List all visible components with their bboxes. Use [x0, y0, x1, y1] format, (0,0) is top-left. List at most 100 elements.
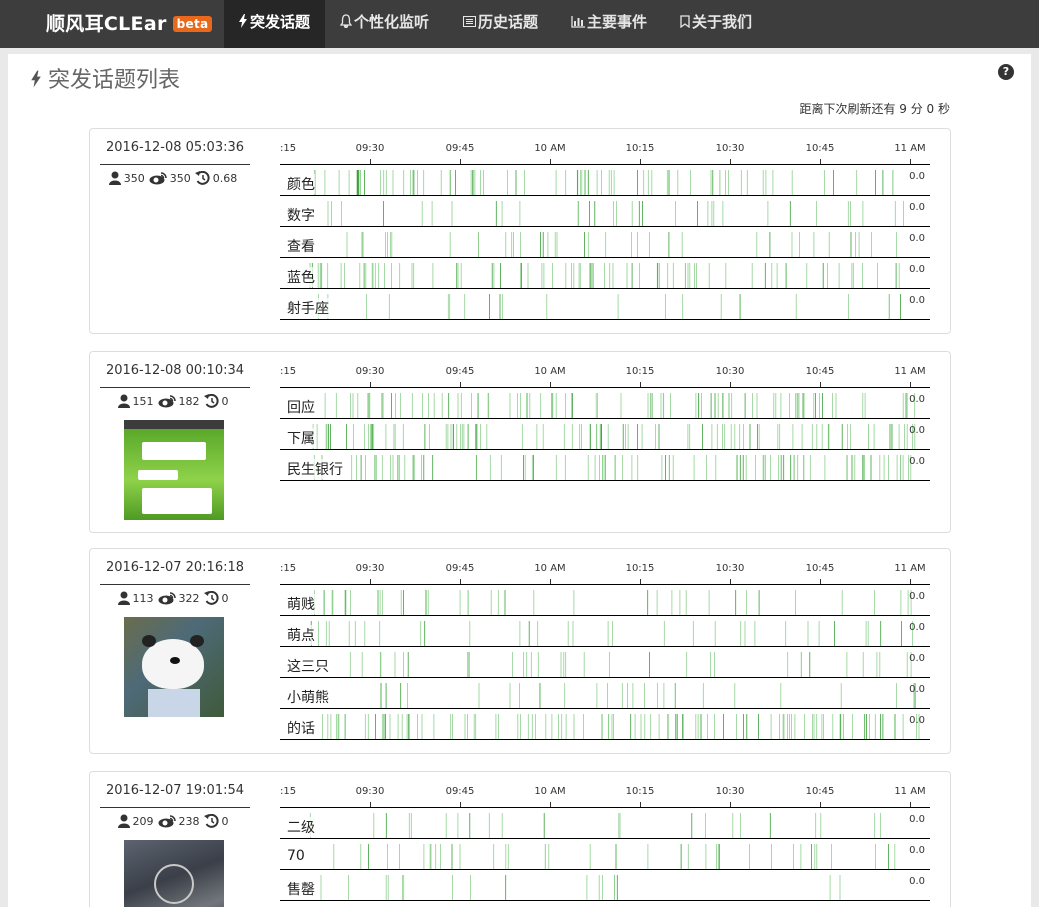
- axis-tick-mark: [460, 159, 461, 164]
- axis-tick-mark: [910, 382, 911, 387]
- main-panel: 突发话题列表 ? 距离下次刷新还有 9 分 0 秒 2016-12-08 05:…: [8, 54, 1031, 907]
- topic-timestamp: 2016-12-07 19:01:54: [100, 772, 250, 808]
- bell-icon: [339, 14, 353, 29]
- axis-tick-label: 10:30: [715, 366, 745, 377]
- keyword-value: 0.0: [909, 264, 925, 275]
- topic-card[interactable]: 2016-12-07 19:01:54 209 238 0:15 09:30 09:45 1…: [89, 771, 951, 907]
- axis-tick-mark: [910, 802, 911, 807]
- axis-tick-label: 10 AM: [534, 143, 566, 154]
- axis-tick-mark: [910, 159, 911, 164]
- keyword-timeline: :15 09:30 09:45 10 AM 10:15 10:30 10:45 11 AM 二级…: [280, 772, 930, 901]
- keyword-row[interactable]: 二级 0.0: [280, 808, 930, 839]
- topic-thumbnail[interactable]: [124, 420, 224, 520]
- keyword-value: 0.0: [909, 394, 925, 405]
- axis-tick-mark: [550, 159, 551, 164]
- axis-tick-label: 10:30: [715, 143, 745, 154]
- axis-tick-label: 10:30: [715, 563, 745, 574]
- keyword-sparkline: [349, 652, 912, 677]
- topic-info: 2016-12-07 20:16:18 113 322 0: [100, 549, 250, 717]
- view-count: 350: [169, 172, 191, 185]
- keyword-row[interactable]: 查看 0.0: [280, 227, 930, 258]
- axis-tick-mark: [550, 579, 551, 584]
- keyword-value: 0.0: [909, 814, 925, 825]
- score-value: 0: [221, 395, 229, 408]
- keyword-row[interactable]: 下属 0.0: [280, 419, 930, 450]
- topic-card[interactable]: 2016-12-08 00:10:34 151 182 0:15 09:30 09:45 1…: [89, 351, 951, 533]
- axis-tick-mark: [730, 382, 731, 387]
- topic-timestamp: 2016-12-08 00:10:34: [100, 352, 250, 388]
- help-icon[interactable]: ?: [998, 64, 1014, 80]
- history-icon: [203, 393, 219, 408]
- axis-tick-mark: [730, 159, 731, 164]
- bolt-icon: [31, 70, 41, 88]
- axis-tick-label: 09:45: [445, 563, 475, 574]
- axis-tick-label: 09:45: [445, 143, 475, 154]
- history-icon: [203, 590, 219, 605]
- keyword-row[interactable]: 萌贱 0.0: [280, 585, 930, 616]
- keyword-label: 二级: [287, 817, 315, 837]
- keyword-row[interactable]: 蓝色 0.0: [280, 258, 930, 289]
- view-count: 322: [178, 592, 200, 605]
- axis-tick-label: :15: [280, 563, 297, 574]
- keyword-row[interactable]: 70 0.0: [280, 839, 930, 870]
- axis-tick-label: 10:30: [715, 786, 745, 797]
- axis-tick-label: 10:45: [805, 786, 835, 797]
- topic-thumbnail[interactable]: [124, 617, 224, 717]
- score-value: 0: [221, 592, 229, 605]
- brand-name: 顺风耳CLEar: [46, 13, 167, 35]
- keyword-sparkline: [310, 621, 913, 646]
- keyword-row[interactable]: 民生银行 0.0: [280, 450, 930, 481]
- list-icon: [463, 16, 476, 27]
- topic-thumbnail[interactable]: [124, 840, 224, 907]
- topic-stats: 113 322 0: [100, 590, 250, 611]
- keyword-value: 0.0: [909, 591, 925, 602]
- axis-tick-label: :15: [280, 366, 297, 377]
- view-count: 182: [178, 395, 200, 408]
- axis-tick-mark: [730, 802, 731, 807]
- topic-info: 2016-12-07 19:01:54 209 238 0: [100, 772, 250, 907]
- axis-tick-label: 10:45: [805, 563, 835, 574]
- beta-badge: beta: [172, 16, 213, 32]
- axis-tick-label: 09:30: [355, 366, 385, 377]
- keyword-sparkline: [320, 875, 841, 900]
- keyword-row[interactable]: 射手座 0.0: [280, 289, 930, 320]
- bolt-icon: [239, 14, 247, 28]
- axis-tick-mark: [640, 382, 641, 387]
- topic-card[interactable]: 2016-12-07 20:16:18 113 322 0:15 09:30 09:45 1…: [89, 548, 951, 754]
- keyword-sparkline: [333, 844, 896, 869]
- keyword-value: 0.0: [909, 425, 925, 436]
- keyword-row[interactable]: 小萌熊 0.0: [280, 678, 930, 709]
- axis-tick-mark: [370, 802, 371, 807]
- keyword-row[interactable]: 的话 0.0: [280, 709, 930, 740]
- user-count: 350: [123, 172, 145, 185]
- history-icon: [203, 813, 219, 828]
- nav-item-history-topics[interactable]: 历史话题: [449, 0, 552, 48]
- weibo-eye-icon: [158, 592, 176, 605]
- keyword-row[interactable]: 颜色 0.0: [280, 165, 930, 196]
- axis-tick-label: :15: [280, 143, 297, 154]
- keyword-timeline: :15 09:30 09:45 10 AM 10:15 10:30 10:45 11 AM 回应…: [280, 352, 930, 481]
- keyword-row[interactable]: 这三只 0.0: [280, 647, 930, 678]
- axis-tick-mark: [640, 802, 641, 807]
- nav-item-breaking-topics[interactable]: 突发话题: [224, 0, 325, 48]
- topic-card[interactable]: 2016-12-08 05:03:36 350 350 0.68:15 09:30 09:…: [89, 128, 951, 334]
- time-axis: :15 09:30 09:45 10 AM 10:15 10:30 10:45 11 AM: [280, 352, 930, 388]
- user-icon: [108, 171, 121, 185]
- keyword-value: 0.0: [909, 233, 925, 244]
- keyword-sparkline: [314, 590, 912, 615]
- axis-tick-mark: [820, 802, 821, 807]
- keyword-row[interactable]: 数字 0.0: [280, 196, 930, 227]
- nav-item-major-events[interactable]: 主要事件: [557, 0, 661, 48]
- page-title-text: 突发话题列表: [48, 68, 181, 93]
- nav-item-personal-monitor[interactable]: 个性化监听: [326, 0, 443, 48]
- time-axis: :15 09:30 09:45 10 AM 10:15 10:30 10:45 11 AM: [280, 772, 930, 808]
- axis-tick-mark: [370, 382, 371, 387]
- brand-logo[interactable]: 顺风耳CLEar beta: [46, 9, 213, 36]
- keyword-row[interactable]: 售罄 0.0: [280, 870, 930, 901]
- keyword-row[interactable]: 回应 0.0: [280, 388, 930, 419]
- nav-item-about-us[interactable]: 关于我们: [666, 0, 766, 48]
- keyword-row[interactable]: 萌点 0.0: [280, 616, 930, 647]
- keyword-value: 0.0: [909, 845, 925, 856]
- axis-tick-mark: [460, 579, 461, 584]
- keyword-value: 0.0: [909, 171, 925, 182]
